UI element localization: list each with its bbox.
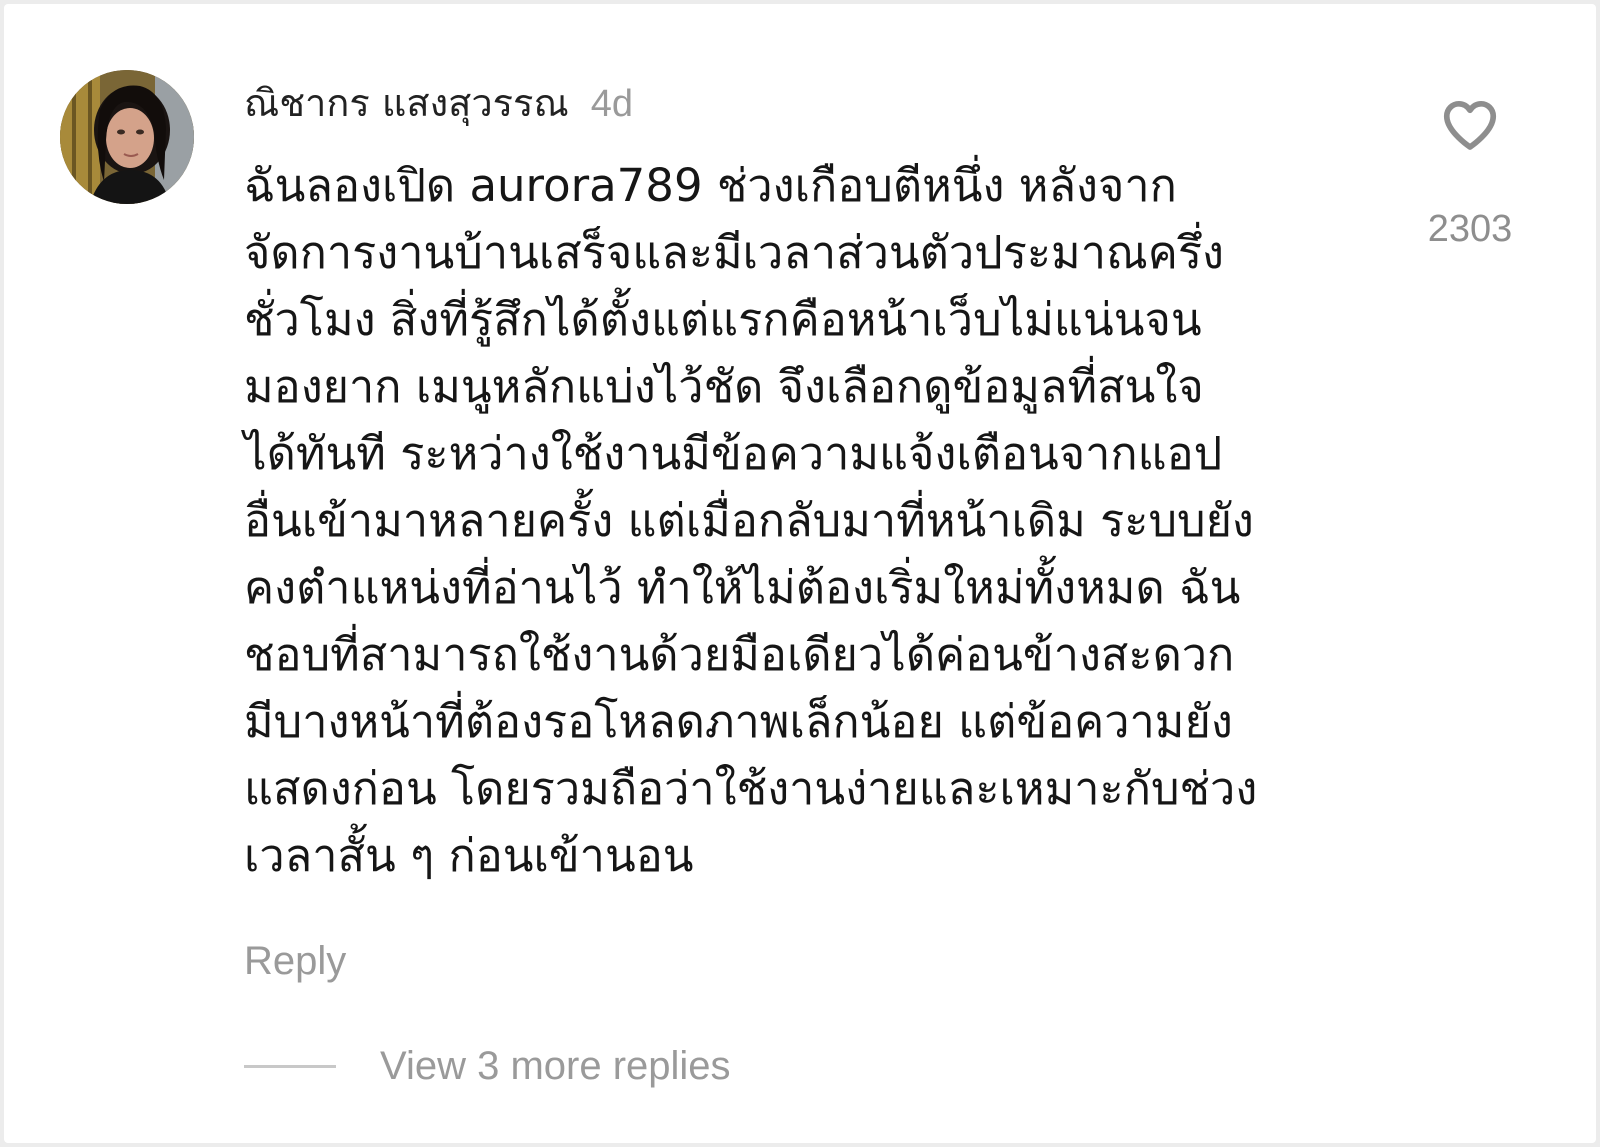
comment-timestamp: 4d: [590, 83, 634, 125]
like-count: 2303: [1427, 208, 1513, 250]
comment-author[interactable]: ณิชากร แสงสุวรรณ: [244, 72, 569, 133]
view-replies-button[interactable]: View 3 more replies: [380, 1044, 731, 1089]
comment-card: ณิชากร แสงสุวรรณ 4d ฉันลองเปิด aurora789…: [4, 4, 1596, 1143]
like-area: 2303: [1422, 94, 1518, 251]
comment-header: ณิชากร แสงสุวรรณ 4d: [244, 72, 1384, 132]
reply-button[interactable]: Reply: [244, 939, 346, 984]
avatar-photo: [60, 70, 194, 204]
view-replies-row[interactable]: View 3 more replies: [244, 1044, 731, 1089]
comment-text: ฉันลองเปิด aurora789 ช่วงเกือบตีหนึ่ง หล…: [244, 159, 1258, 882]
heart-outline-icon[interactable]: [1439, 94, 1501, 156]
comment-content: ณิชากร แสงสุวรรณ 4d ฉันลองเปิด aurora789…: [244, 72, 1384, 889]
avatar[interactable]: [60, 70, 194, 204]
replies-divider: [244, 1065, 336, 1068]
